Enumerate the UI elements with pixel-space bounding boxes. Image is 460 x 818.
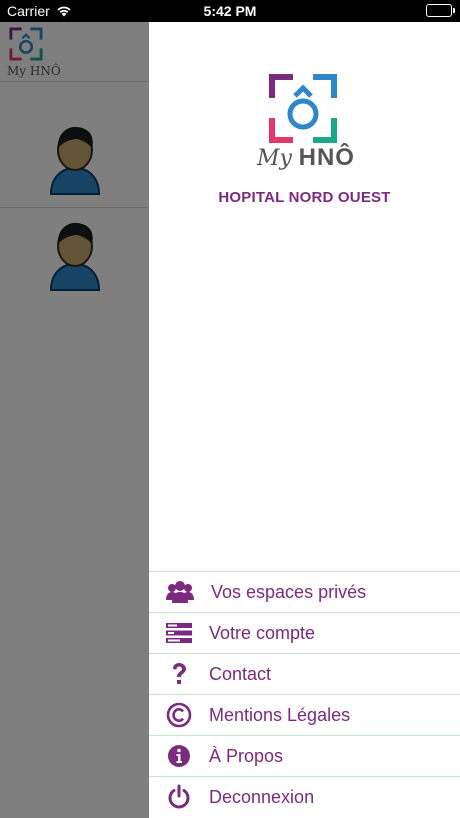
menu-item-espaces-prives[interactable]: Vos espaces privés xyxy=(149,571,460,612)
menu-item-label: À Propos xyxy=(209,745,284,766)
battery-icon xyxy=(426,4,455,17)
menu-item-label: Contact xyxy=(209,663,272,684)
hno-logo-text: My HNÔ xyxy=(257,144,355,172)
menu-item-mentions-legales[interactable]: Mentions Légales xyxy=(149,694,460,735)
side-drawer: My HNÔ HOPITAL NORD OUEST Vos espaces pr… xyxy=(149,22,460,818)
info-icon xyxy=(149,744,209,768)
logo-hno-text: HNÔ xyxy=(298,144,355,171)
account-icon xyxy=(149,622,209,644)
logo-my-text: My xyxy=(257,146,292,171)
drawer-menu: Vos espaces privés Votre compte Contact … xyxy=(149,571,460,817)
menu-item-deconnexion[interactable]: Deconnexion xyxy=(149,776,460,817)
power-icon xyxy=(149,784,209,810)
menu-item-contact[interactable]: Contact xyxy=(149,653,460,694)
copyright-icon xyxy=(149,702,209,728)
menu-item-votre-compte[interactable]: Votre compte xyxy=(149,612,460,653)
clock: 5:42 PM xyxy=(203,3,257,19)
question-icon xyxy=(149,662,209,686)
menu-item-label: Mentions Légales xyxy=(209,704,351,725)
menu-item-label: Vos espaces privés xyxy=(211,581,367,602)
menu-item-label: Votre compte xyxy=(209,622,316,643)
group-icon xyxy=(149,580,211,604)
hospital-name: HOPITAL NORD OUEST xyxy=(218,189,391,206)
status-bar: Carrier 5:42 PM xyxy=(0,0,460,22)
menu-item-label: Deconnexion xyxy=(209,786,315,807)
menu-item-a-propos[interactable]: À Propos xyxy=(149,735,460,776)
dim-overlay[interactable] xyxy=(0,22,150,818)
